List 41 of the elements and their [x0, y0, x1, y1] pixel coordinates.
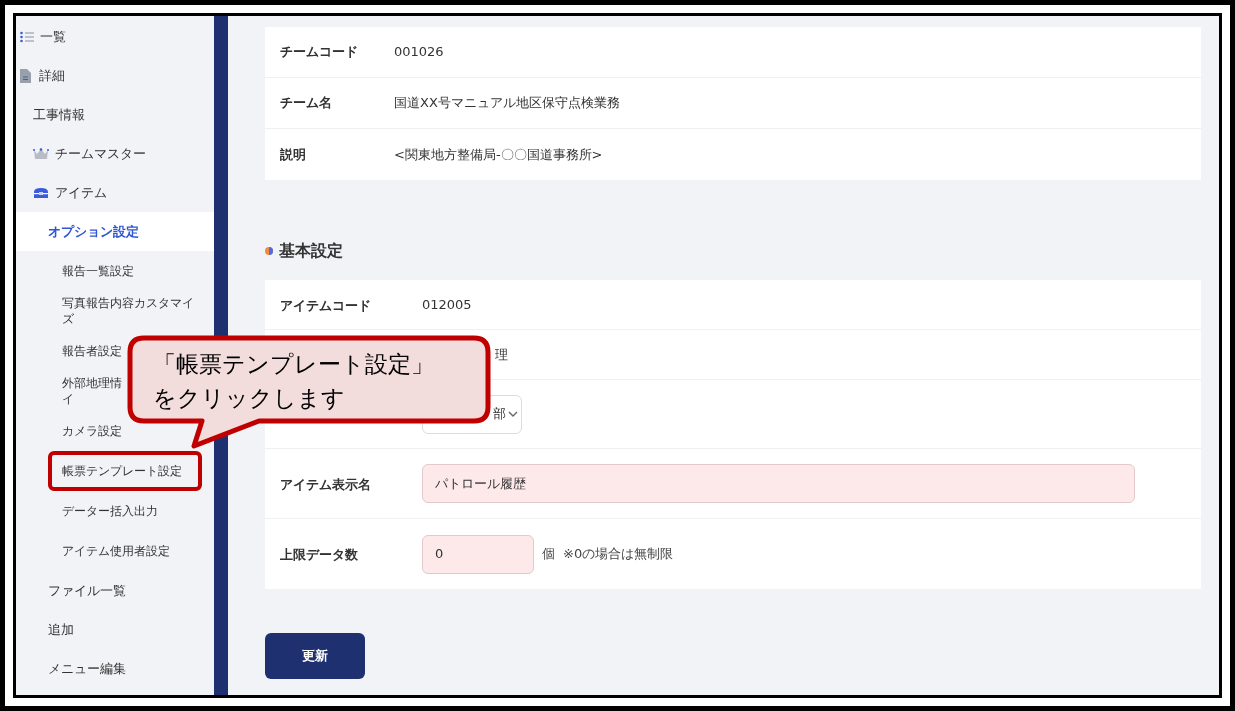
section-title: 基本設定 — [279, 240, 343, 262]
sidebar-item[interactable]: 写真報告内容カスタマイズ — [62, 291, 202, 331]
document-icon — [20, 68, 31, 83]
field-value: 理 — [494, 345, 508, 364]
field-label: チームコード — [279, 43, 359, 62]
sidebar-item[interactable]: 外部地理情 イ — [62, 371, 122, 411]
sidebar-item[interactable]: 詳細 — [16, 56, 214, 95]
sidebar-item[interactable]: 一覧 — [16, 17, 214, 56]
sidebar-item[interactable]: アイテム使用者設定 — [62, 539, 170, 563]
sidebar-item[interactable]: 工事情報 — [16, 95, 214, 134]
field-label: チーム名 — [279, 94, 333, 113]
sidebar-item[interactable]: カメラ設定 — [62, 419, 122, 443]
sidebar-item[interactable]: 帳票テンプレート設定 — [48, 451, 202, 491]
crown-icon — [33, 148, 49, 159]
field-label: アイテム表示名 — [280, 476, 371, 492]
note-text: ※0の場合は無制限 — [563, 545, 674, 564]
field-value: 012005 — [422, 295, 472, 314]
text-input-field[interactable]: パトロール履歴 — [422, 464, 1135, 503]
field-value: 001026 — [394, 43, 444, 62]
chevron-down-icon — [508, 411, 518, 417]
callout-text: 「帳票テンプレート設定」 をクリックします — [153, 350, 434, 413]
sidebar-item[interactable]: チームマスター — [16, 134, 214, 173]
sidebar-item[interactable]: データー括入出力 — [62, 499, 158, 523]
sidebar-item[interactable]: アイテム — [16, 173, 214, 212]
bullet-icon — [265, 247, 273, 255]
field-value: <関東地方整備局-〇〇国道事務所> — [394, 145, 603, 164]
sidebar-item[interactable]: ファイル一覧 — [16, 571, 214, 610]
toolbox-icon — [33, 187, 49, 198]
sidebar-item[interactable]: メニュー編集 — [16, 649, 214, 688]
list-icon — [20, 30, 34, 43]
unit-label: 個 — [542, 545, 555, 564]
update-button[interactable]: 更新 — [265, 633, 365, 679]
sidebar-item[interactable]: 報告者設定 — [62, 339, 122, 363]
field-label: 上限データ数 — [280, 547, 358, 562]
field-value: 国道XX号マニュアル地区保守点検業務 — [394, 94, 620, 113]
number-input-field[interactable]: 0 — [422, 534, 534, 574]
sidebar-item[interactable]: 追加 — [16, 610, 214, 649]
sidebar-item[interactable]: オプション設定 — [16, 212, 214, 251]
field-label: 説明 — [279, 145, 307, 164]
field-label: アイテムコード — [280, 297, 371, 313]
sidebar-item[interactable]: 報告一覧設定 — [62, 259, 134, 283]
